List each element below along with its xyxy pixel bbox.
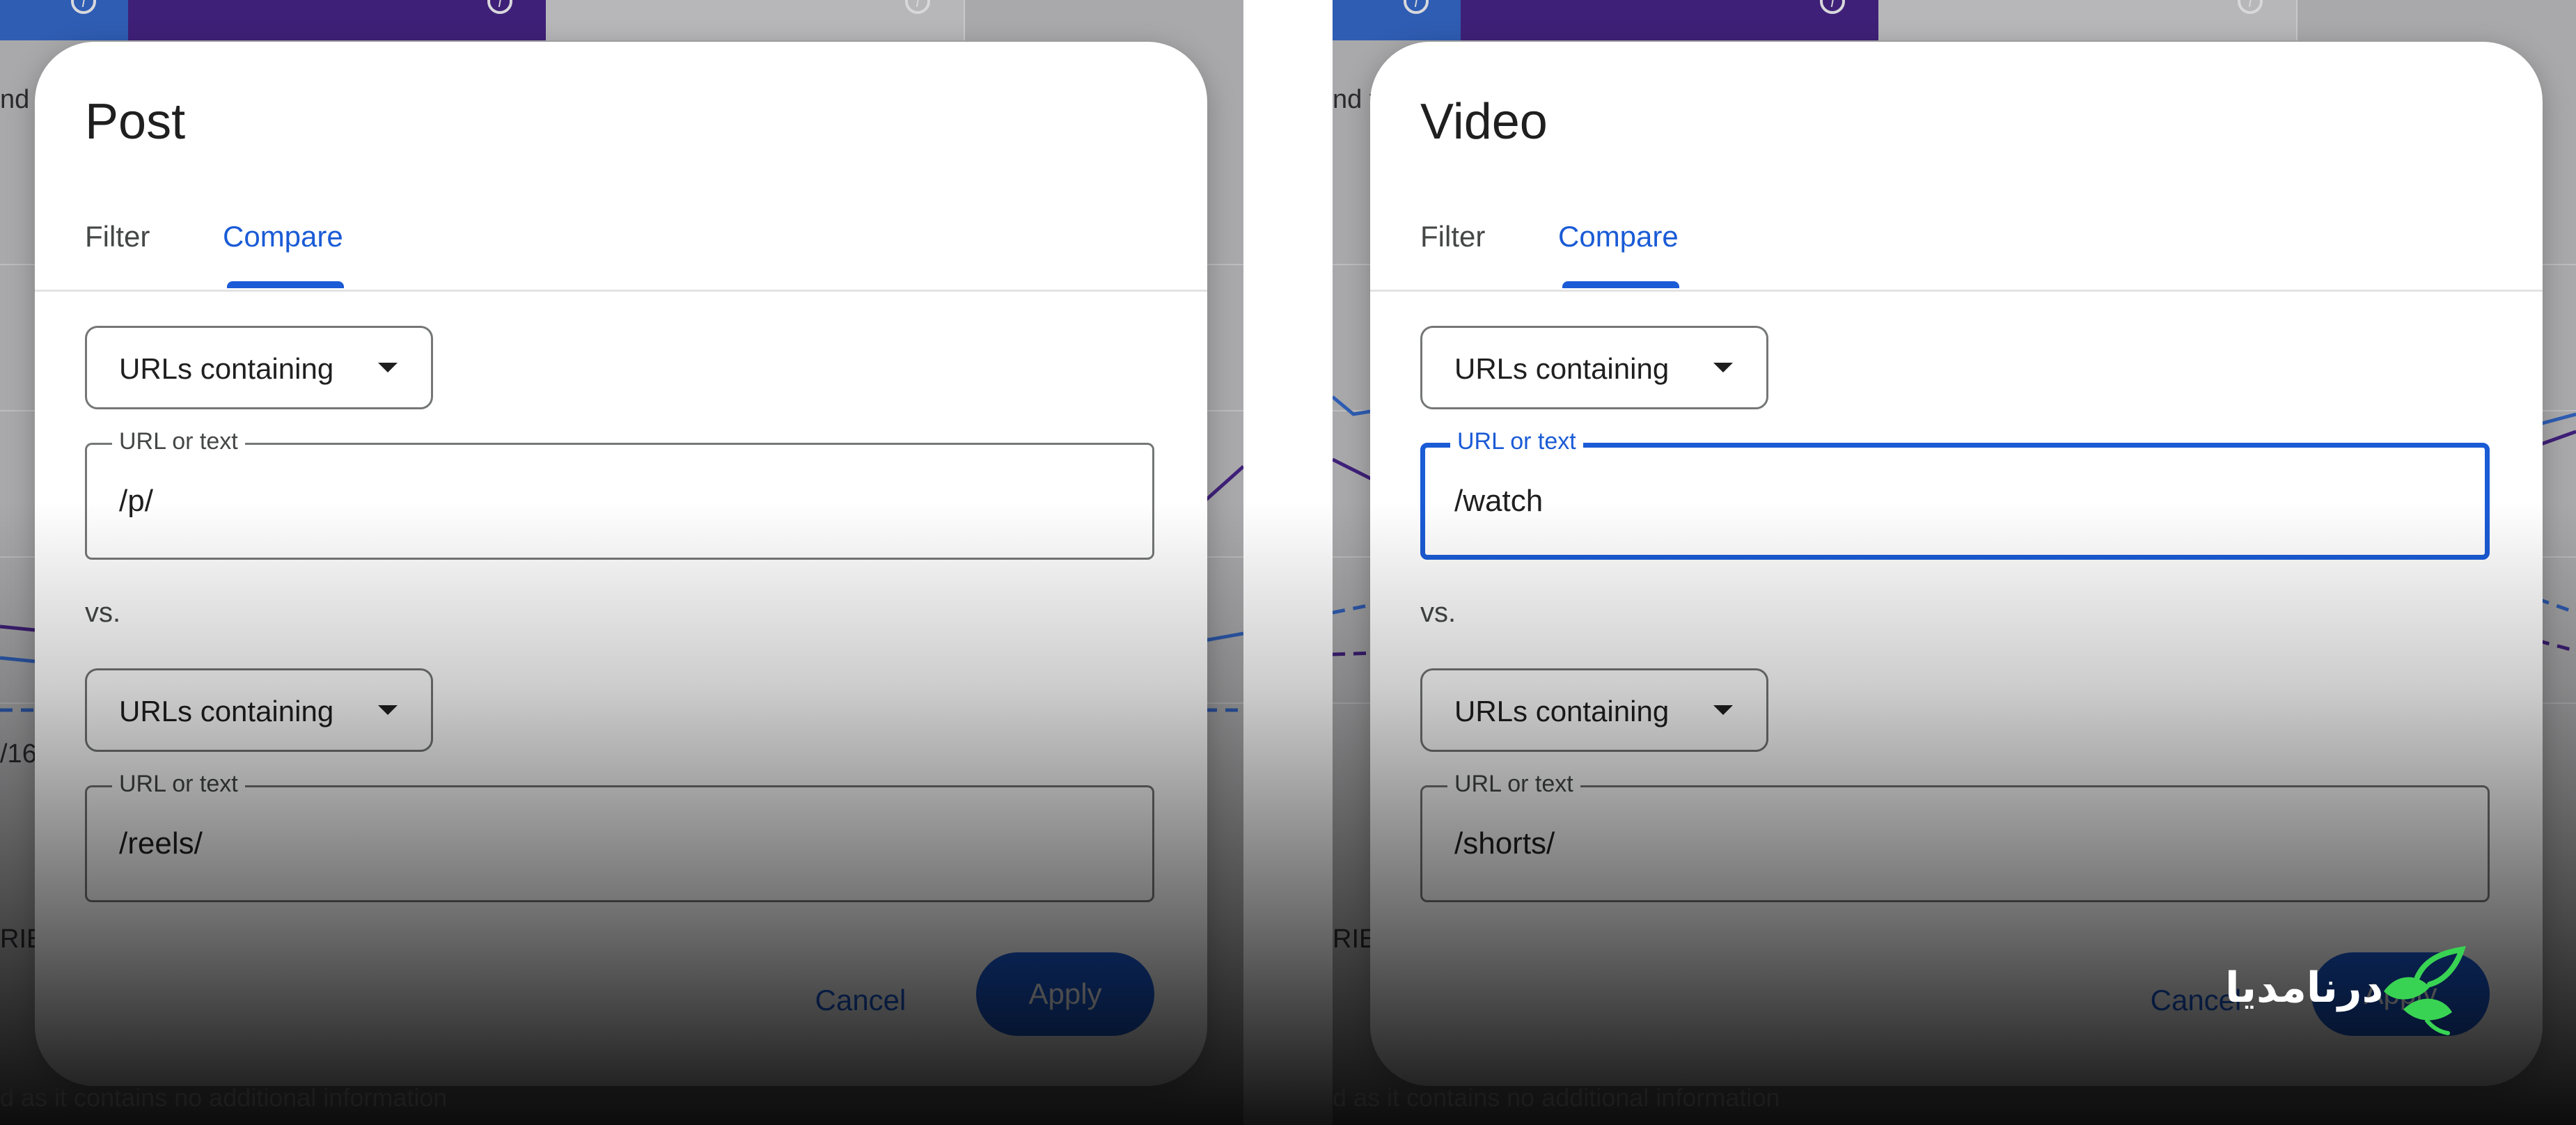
compare-dialog-video: Video Filter Compare URLs containing URL… — [1370, 42, 2543, 1086]
tab-divider — [35, 290, 1207, 292]
second-match-type-dropdown[interactable]: URLs containing — [1420, 668, 1768, 752]
footer-text: d as it contains no additional informati… — [1333, 1083, 1780, 1112]
cancel-button[interactable]: Cancel — [805, 962, 916, 1039]
field-label: URL or text — [1447, 771, 1580, 798]
first-url-field[interactable]: URL or text /watch — [1420, 428, 2490, 560]
dropdown-value: URLs containing — [119, 695, 334, 727]
active-tab-indicator — [1562, 281, 1679, 288]
tab-filter[interactable]: Filter — [85, 220, 150, 253]
tab-compare[interactable]: Compare — [1558, 220, 1679, 253]
second-match-type-dropdown[interactable]: URLs containing — [85, 668, 433, 752]
field-value: /shorts/ — [1454, 826, 1555, 860]
field-value: /watch — [1454, 484, 1544, 518]
dropdown-value: URLs containing — [119, 352, 334, 385]
tab-compare[interactable]: Compare — [223, 220, 343, 253]
watermark-text: درنامدیا — [2225, 963, 2384, 1012]
tab-filter[interactable]: Filter — [1420, 220, 1485, 253]
field-label: URL or text — [112, 428, 245, 455]
active-tab-indicator — [227, 281, 344, 288]
field-label: URL or text — [112, 771, 245, 798]
background-date-label: /16 — [0, 739, 37, 769]
first-match-type-dropdown[interactable]: URLs containing — [85, 326, 433, 409]
footer-text: d as it contains no additional informati… — [0, 1083, 448, 1112]
field-label: URL or text — [1450, 428, 1583, 455]
dialog-title: Post — [85, 94, 186, 150]
dialog-title: Video — [1420, 94, 1548, 150]
comparison-screenshot: i i i nd t /16 RIES i i i nd t RIES Post… — [0, 0, 2576, 1125]
second-url-field[interactable]: URL or text /reels/ — [85, 771, 1154, 902]
caret-down-icon — [1713, 705, 1733, 715]
leaf-bird-logo-icon — [2384, 945, 2466, 1035]
caret-down-icon — [378, 363, 398, 372]
vs-label: vs. — [1420, 597, 1456, 628]
vs-label: vs. — [85, 597, 121, 628]
caret-down-icon — [378, 705, 398, 715]
second-url-field[interactable]: URL or text /shorts/ — [1420, 771, 2490, 902]
watermark: درنامدیا — [2225, 945, 2469, 1037]
field-value: /reels/ — [119, 826, 203, 860]
apply-button[interactable]: Apply — [976, 952, 1154, 1036]
field-value: /p/ — [119, 484, 153, 518]
caret-down-icon — [1713, 363, 1733, 372]
first-url-field[interactable]: URL or text /p/ — [85, 428, 1154, 560]
compare-dialog-post: Post Filter Compare URLs containing URL … — [35, 42, 1207, 1086]
first-match-type-dropdown[interactable]: URLs containing — [1420, 326, 1768, 409]
tab-divider — [1370, 290, 2543, 292]
dropdown-value: URLs containing — [1454, 352, 1670, 385]
dropdown-value: URLs containing — [1454, 695, 1670, 727]
